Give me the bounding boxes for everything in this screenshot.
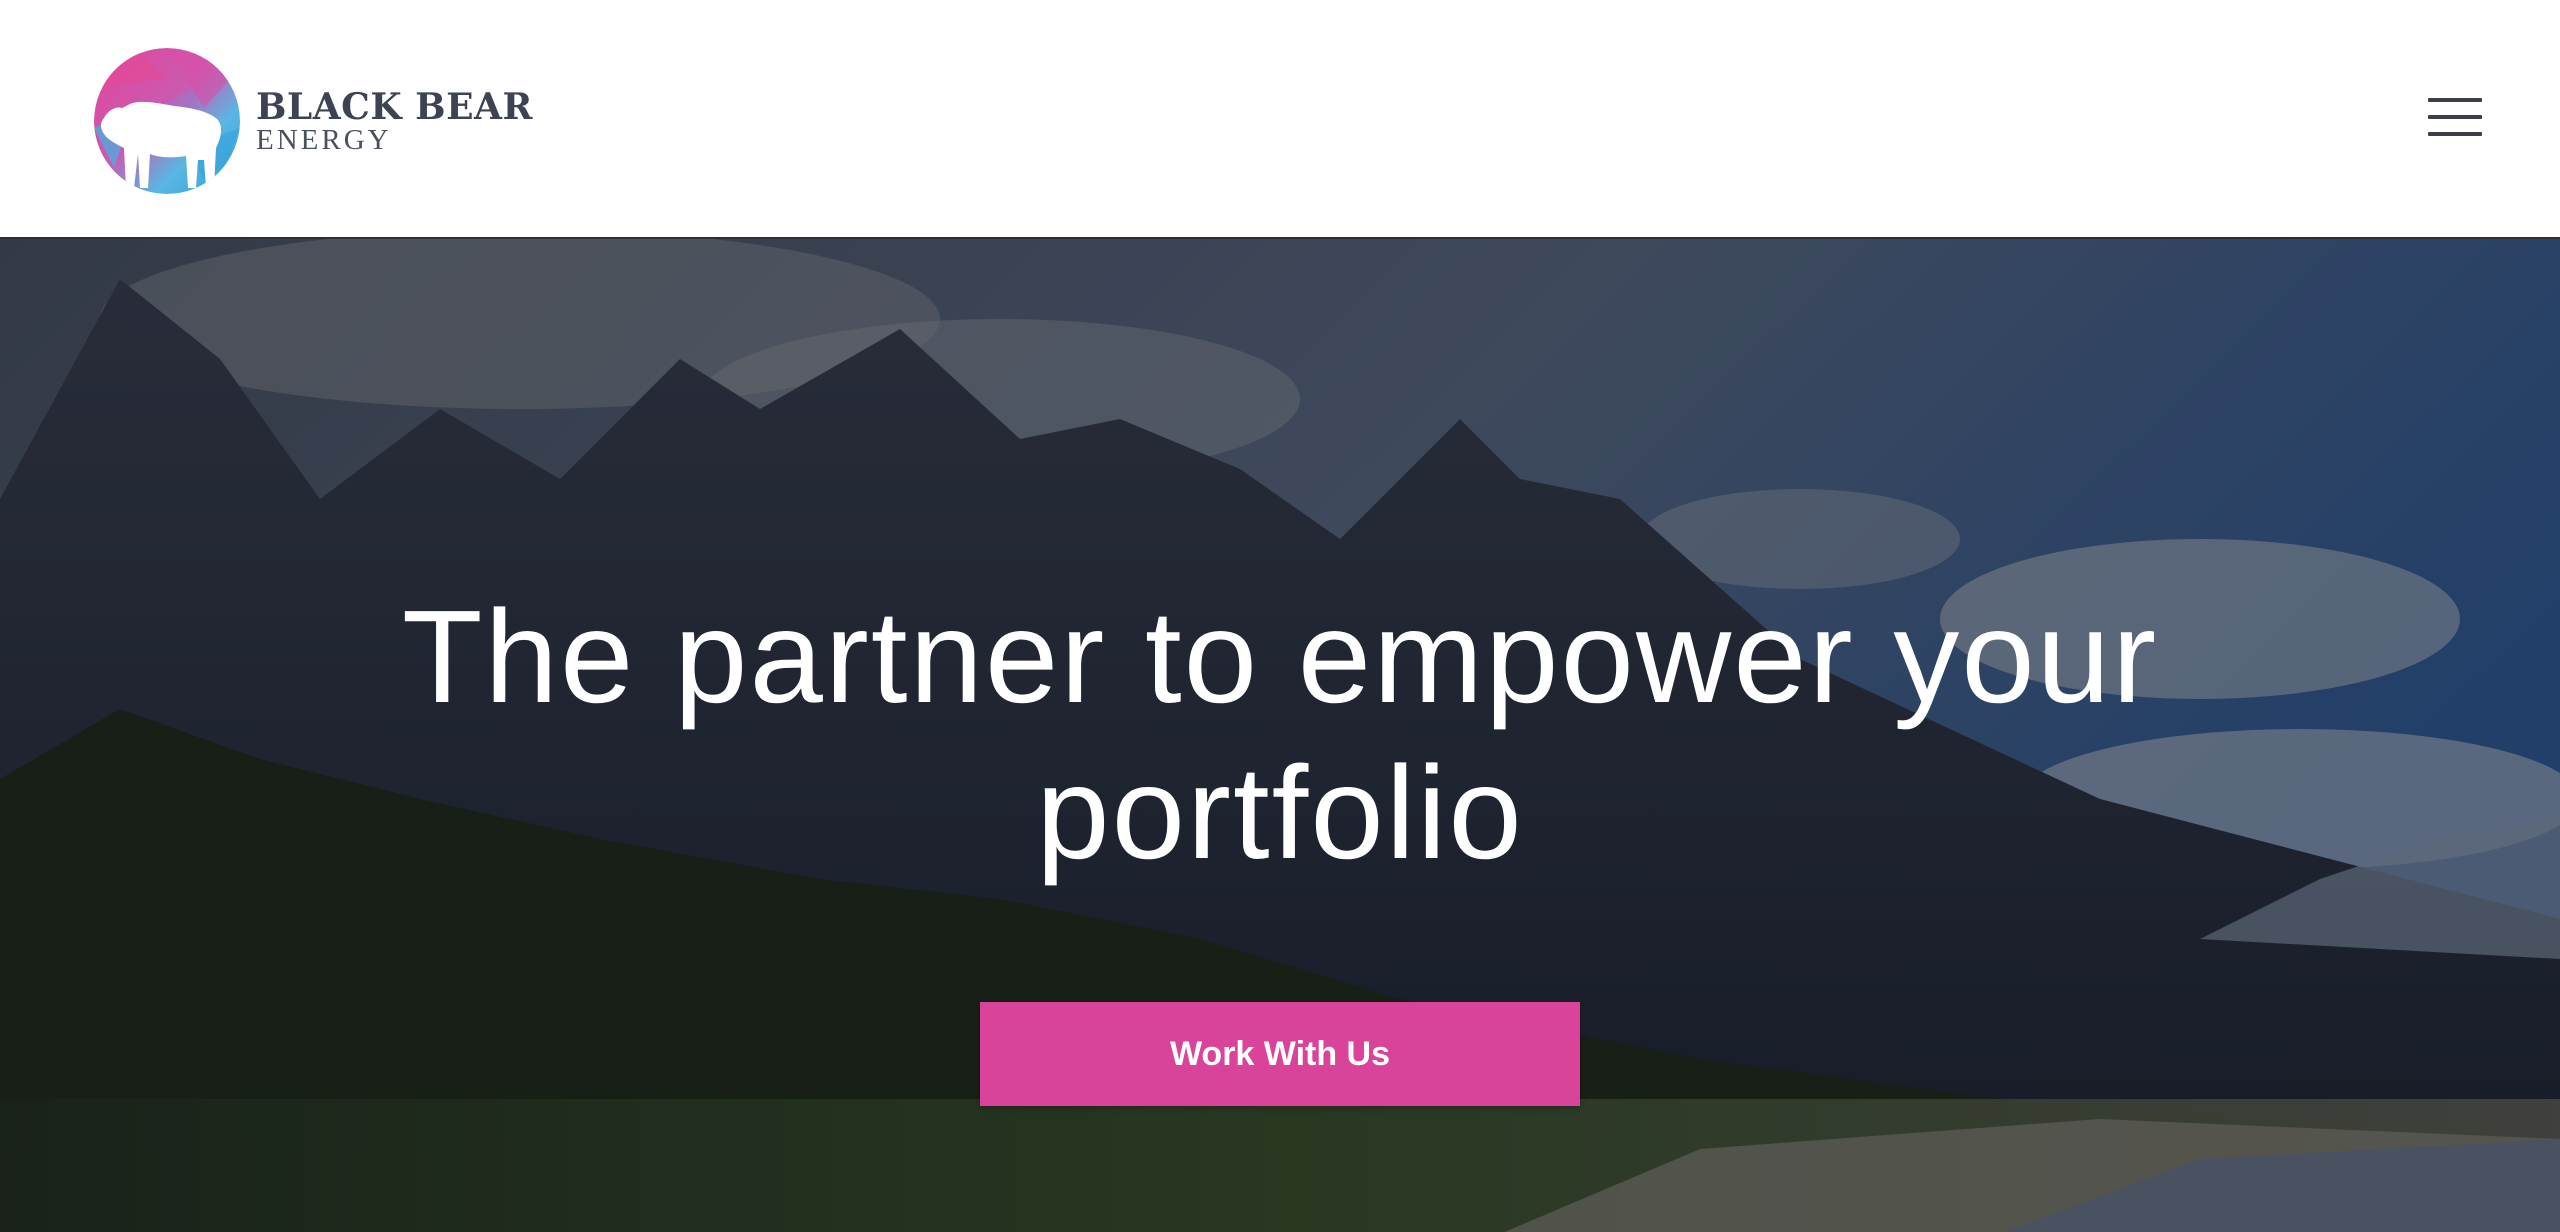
bear-globe-icon [94,48,240,194]
brand-name: BLACK BEAR [256,86,533,128]
brand-logo[interactable]: BLACK BEAR ENERGY [94,48,533,194]
hero-headline: The partner to empower your portfolio [401,583,2159,886]
hamburger-menu-icon[interactable] [2424,92,2486,142]
brand-subname: ENERGY [256,124,392,156]
menu-bar-middle [2428,115,2482,119]
brand-wordmark: BLACK BEAR ENERGY [256,86,533,156]
menu-bar-bottom [2428,132,2482,136]
work-with-us-button[interactable]: Work With Us [980,1002,1580,1106]
menu-bar-top [2428,98,2482,102]
hero-section: The partner to empower your portfolio Wo… [0,237,2560,1232]
site-header: BLACK BEAR ENERGY [0,0,2560,237]
